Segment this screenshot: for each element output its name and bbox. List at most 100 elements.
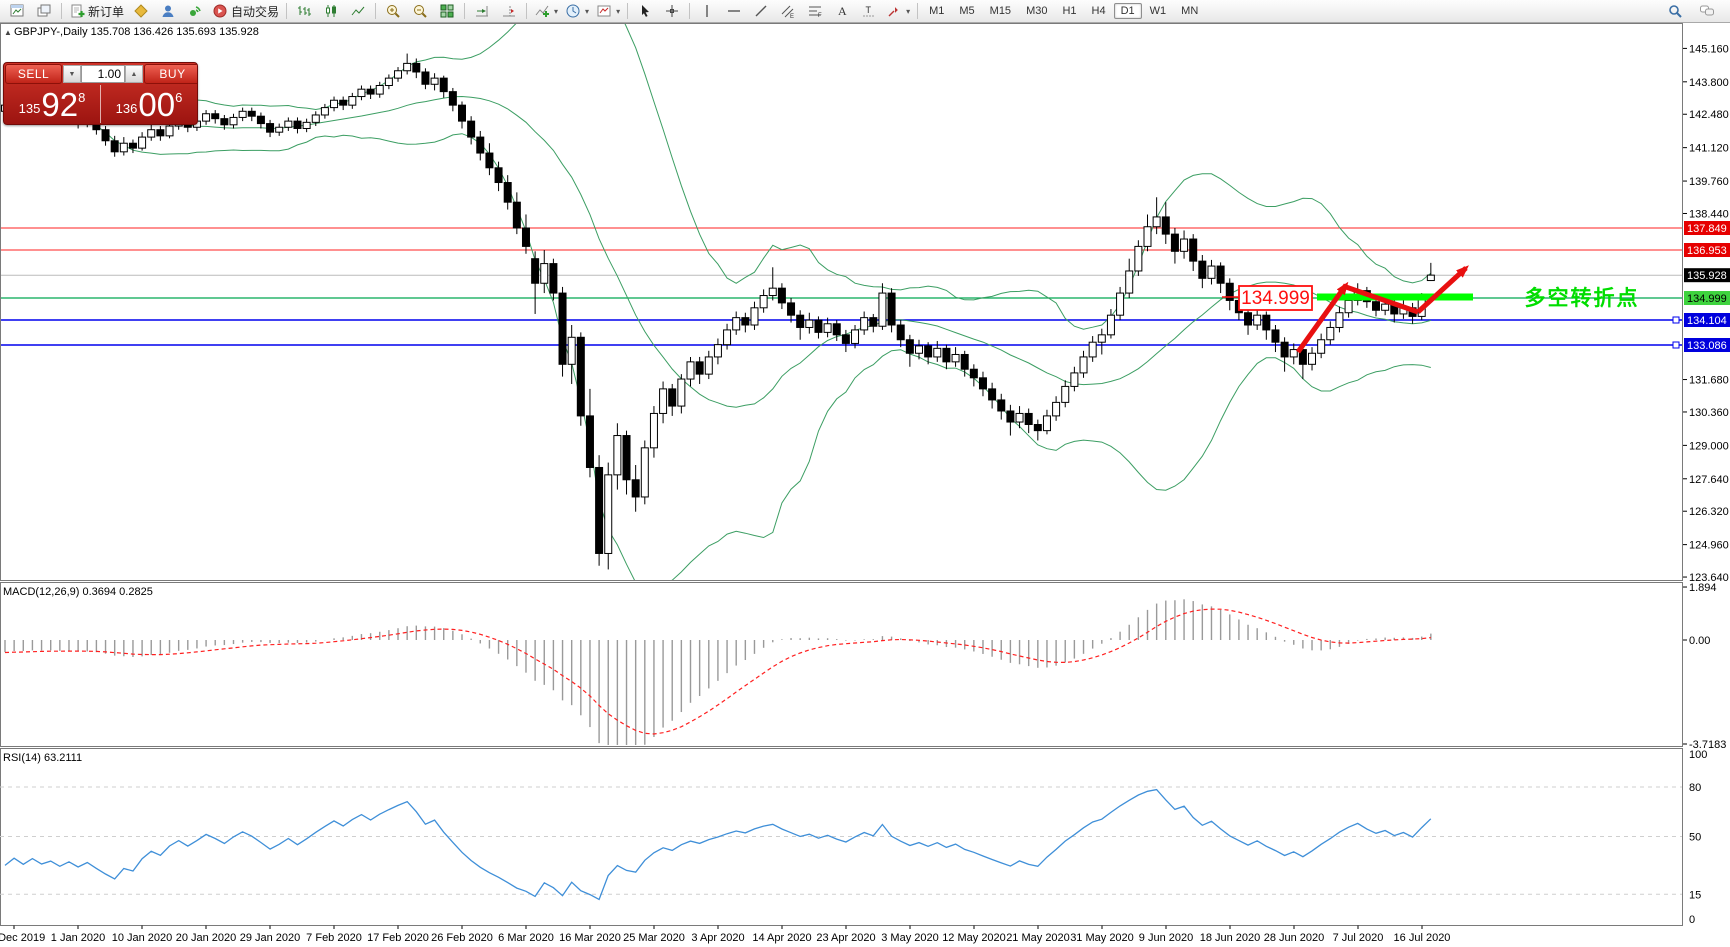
metaeditor-button[interactable] xyxy=(128,0,154,22)
time-axis-label: 12 May 2020 xyxy=(942,932,1006,944)
candle-body xyxy=(1335,312,1344,328)
candle-body xyxy=(777,287,786,304)
toolbar-separator xyxy=(526,3,528,19)
candle-body xyxy=(723,329,732,346)
line-chart-button[interactable] xyxy=(345,0,371,22)
timeframe-m15[interactable]: M15 xyxy=(983,3,1018,19)
chevron-down-icon[interactable]: ▾ xyxy=(585,7,589,16)
toolbar-separator xyxy=(689,3,691,19)
buy-button[interactable]: BUY xyxy=(144,64,197,84)
periods-button[interactable]: ▾ xyxy=(562,0,592,22)
candle-body xyxy=(467,120,476,138)
indicators-button[interactable]: ▾ xyxy=(531,0,561,22)
candle-body xyxy=(128,142,137,149)
price-axis-tick-label: 142.480 xyxy=(1689,109,1729,121)
zoom-out-button[interactable] xyxy=(407,0,433,22)
timeframe-mn[interactable]: MN xyxy=(1174,3,1205,19)
chevron-down-icon[interactable]: ▾ xyxy=(906,7,910,16)
toolbar-separator xyxy=(61,3,62,19)
timeframe-d1[interactable]: D1 xyxy=(1113,3,1142,19)
timeframe-m5[interactable]: M5 xyxy=(952,3,981,19)
auto-scroll-button[interactable] xyxy=(469,0,495,22)
candle-body xyxy=(293,120,302,129)
timeframe-h1[interactable]: H1 xyxy=(1055,3,1083,19)
text-button[interactable]: A xyxy=(829,0,855,22)
timeframe-h4[interactable]: H4 xyxy=(1085,3,1113,19)
chart-shift-button[interactable] xyxy=(496,0,522,22)
candle-body xyxy=(759,295,768,309)
buy-price-int: 136 xyxy=(115,101,138,116)
candle-body xyxy=(540,263,549,284)
buy-price-sup: 6 xyxy=(175,90,183,105)
candle-body xyxy=(1143,226,1152,247)
horizontal-line-button[interactable] xyxy=(721,0,747,22)
toolbar-right xyxy=(1662,0,1726,22)
timeframe-m30[interactable]: M30 xyxy=(1019,3,1054,19)
bar-chart-button[interactable] xyxy=(291,0,317,22)
chevron-down-icon[interactable]: ▾ xyxy=(616,7,620,16)
volume-decrease-button[interactable]: ▼ xyxy=(63,65,81,83)
crosshair-button[interactable] xyxy=(659,0,685,22)
panel-collapse-icon: ▲ xyxy=(4,28,12,37)
cursor-button[interactable] xyxy=(632,0,658,22)
candle-body xyxy=(430,77,439,85)
candle-body xyxy=(576,336,585,417)
candle-body xyxy=(1070,372,1079,387)
sell-button[interactable]: SELL xyxy=(5,64,62,84)
candle-body xyxy=(366,88,375,95)
candlestick-chart-button[interactable] xyxy=(318,0,344,22)
macd-label: MACD(12,26,9) 0.3694 0.2825 xyxy=(3,586,153,598)
text-label-button[interactable]: T xyxy=(856,0,882,22)
search-button[interactable] xyxy=(1662,0,1688,22)
time-axis-label: 25 Mar 2020 xyxy=(623,932,685,944)
price-axis-tick-label: 129.000 xyxy=(1689,440,1729,452)
time-axis[interactable]: 23 Dec 2019 1 Jan 2020 10 Jan 202020 Jan 2… xyxy=(0,925,1450,945)
candle-body xyxy=(704,356,713,375)
new-order-button[interactable]: 新订单 xyxy=(66,0,127,22)
signals-button[interactable] xyxy=(182,0,208,22)
candle-body xyxy=(439,77,448,93)
price-axis-tick-label: 131.680 xyxy=(1689,375,1729,387)
new-chart-button[interactable] xyxy=(4,0,30,22)
chat-button[interactable] xyxy=(1694,0,1720,22)
candle-body xyxy=(119,142,128,153)
volume-input[interactable] xyxy=(81,65,125,83)
auto-scroll-icon xyxy=(474,3,490,19)
volume-increase-button[interactable]: ▲ xyxy=(125,65,143,83)
candle-body xyxy=(933,347,942,358)
candle-body xyxy=(147,129,156,138)
trendline-button[interactable] xyxy=(748,0,774,22)
autotrading-button[interactable]: 自动交易 xyxy=(209,0,282,22)
candle-body xyxy=(613,435,622,476)
candle-body xyxy=(796,314,805,328)
price-axis[interactable]: 145.160 143.800 142.480 141.120 139.760 138.4… xyxy=(1683,43,1730,584)
candle-body xyxy=(1216,265,1225,284)
price-axis-tick-label: 138.440 xyxy=(1689,208,1729,220)
price-axis-tick-label: 127.640 xyxy=(1689,474,1729,486)
candle-body xyxy=(1033,423,1042,432)
crosshair-icon xyxy=(664,3,680,19)
price-chart: 134.999 多空转折点▲ GBPJPY-,Daily 135.708 136.4… xyxy=(0,23,1730,945)
timeframe-w1[interactable]: W1 xyxy=(1143,3,1174,19)
buy-price[interactable]: 136 00 6 xyxy=(101,85,197,123)
rsi-label: RSI(14) 63.2111 xyxy=(3,752,82,764)
chevron-down-icon[interactable]: ▾ xyxy=(554,7,558,16)
text-icon: A xyxy=(834,3,850,19)
candle-body xyxy=(622,435,631,481)
zoom-in-button[interactable] xyxy=(380,0,406,22)
autotrading-icon xyxy=(212,3,228,19)
line-drag-handle[interactable] xyxy=(1672,341,1680,349)
timeframe-m1[interactable]: M1 xyxy=(922,3,951,19)
sell-price[interactable]: 135 92 8 xyxy=(4,85,101,123)
candle-body xyxy=(1152,216,1161,228)
community-button[interactable] xyxy=(155,0,181,22)
equidistant-channel-button[interactable]: E xyxy=(775,0,801,22)
arrows-button[interactable]: ▾ xyxy=(883,0,913,22)
templates-button[interactable]: ▾ xyxy=(593,0,623,22)
time-axis-label: 17 Feb 2020 xyxy=(367,932,429,944)
fibonacci-button[interactable]: F xyxy=(802,0,828,22)
vertical-line-button[interactable] xyxy=(694,0,720,22)
tile-windows-button[interactable] xyxy=(434,0,460,22)
profiles-button[interactable] xyxy=(31,0,57,22)
line-drag-handle[interactable] xyxy=(1672,316,1680,324)
